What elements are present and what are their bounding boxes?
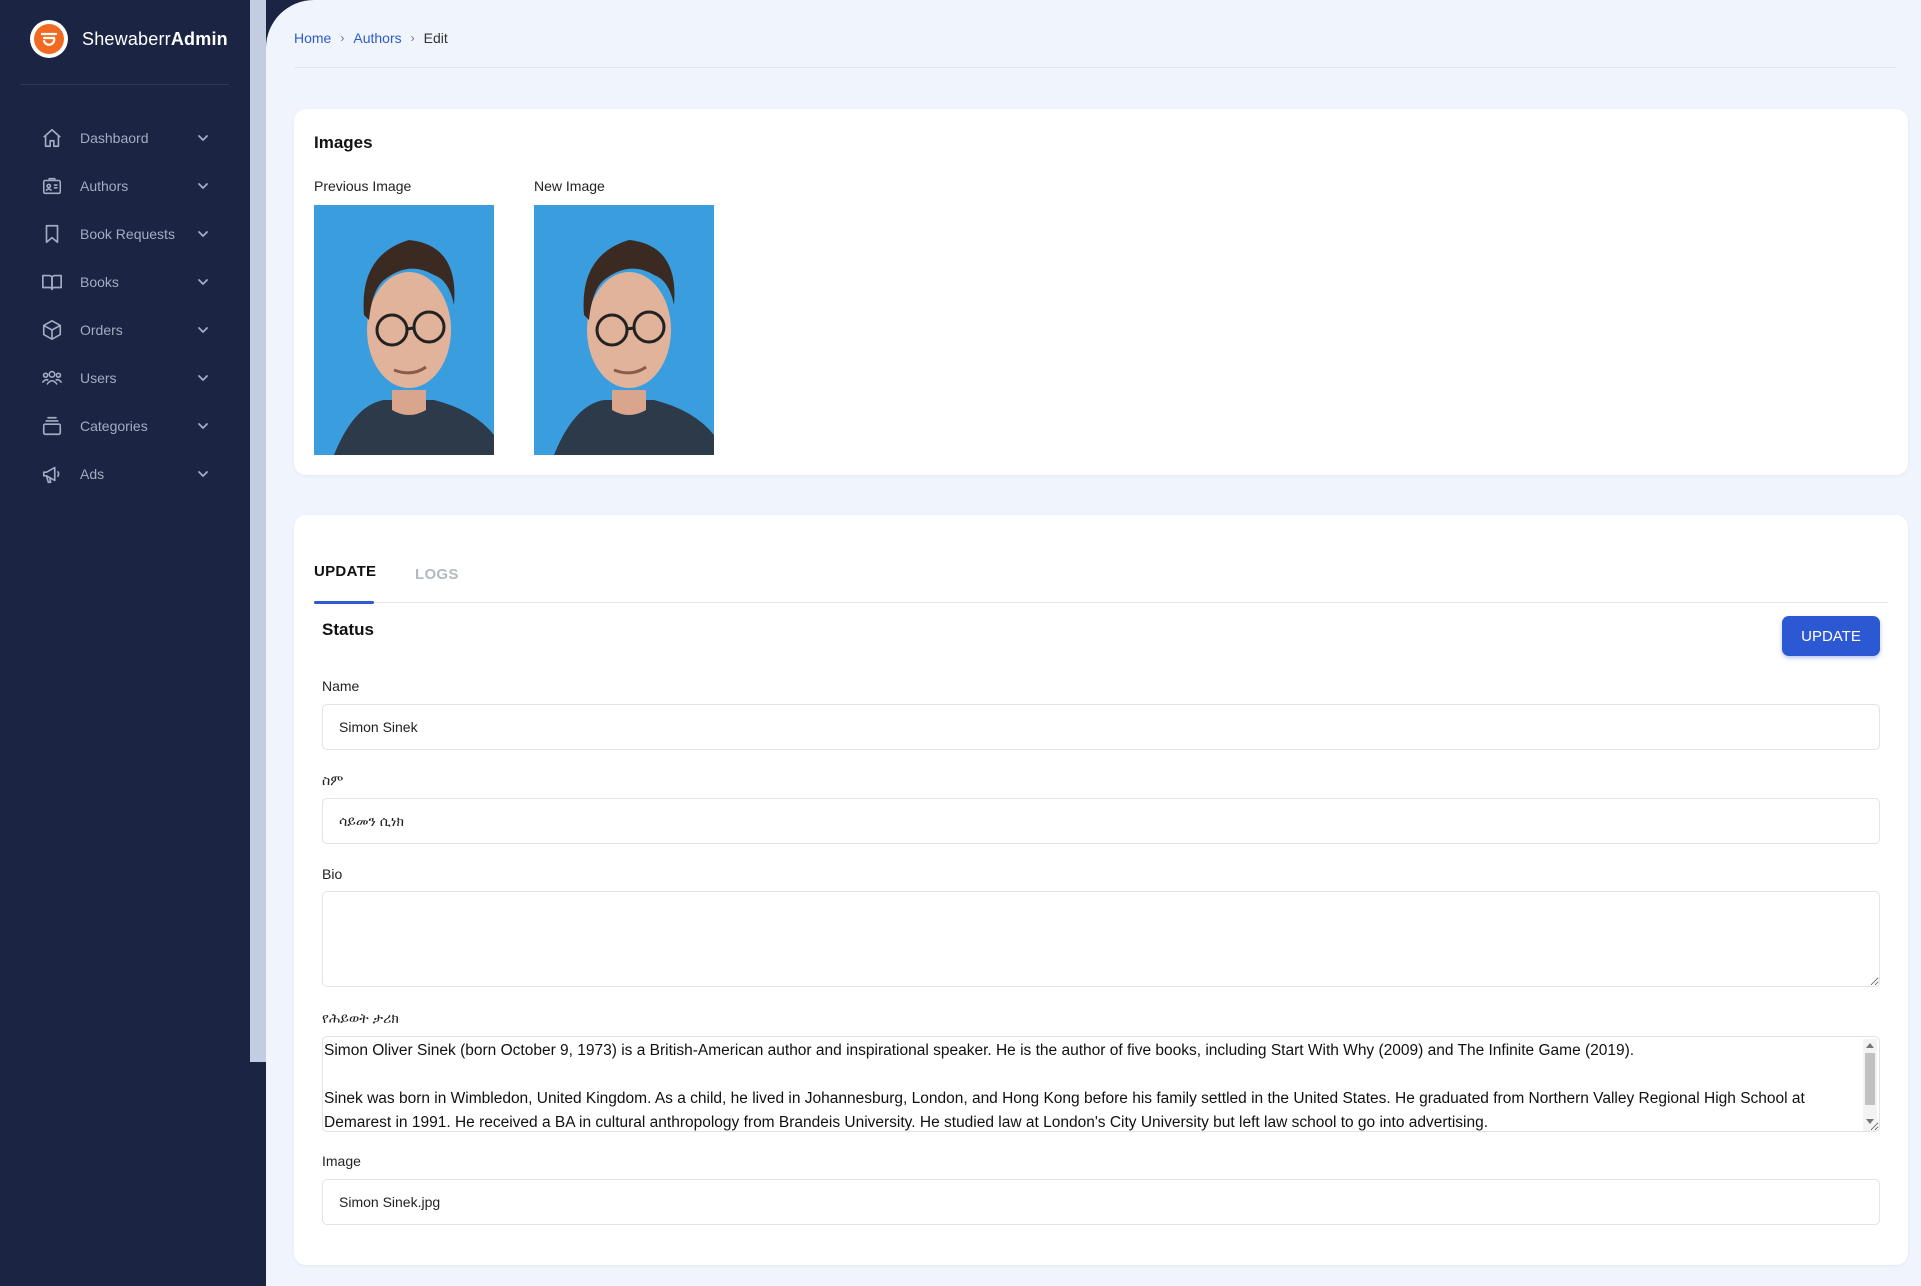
chevron-right-icon: › — [410, 31, 415, 45]
form-tabs: UPDATE LOGS — [314, 551, 1888, 604]
sidebar-item-book-requests[interactable]: Book Requests — [40, 210, 210, 258]
chevron-right-icon: › — [340, 31, 345, 45]
chevron-down-icon — [196, 275, 210, 289]
brand-logo-icon — [30, 20, 68, 58]
tab-logs[interactable]: LOGS — [415, 566, 459, 583]
chevron-down-icon — [196, 227, 210, 241]
chevron-down-icon — [196, 179, 210, 193]
chevron-down-icon — [196, 131, 210, 145]
sidebar-item-books[interactable]: Books — [40, 258, 210, 306]
status-title: Status — [322, 620, 374, 639]
sidebar-item-dashboard[interactable]: Dashbaord — [40, 114, 210, 162]
images-card: Images Previous Image New Image — [294, 109, 1908, 475]
update-button[interactable]: UPDATE — [1782, 616, 1880, 656]
breadcrumb-home[interactable]: Home — [294, 30, 331, 46]
sidebar-item-label: Book Requests — [80, 226, 175, 242]
book-open-icon — [40, 270, 64, 294]
sidebar-item-label: Ads — [80, 466, 105, 482]
megaphone-icon — [40, 462, 64, 486]
bookmark-icon — [40, 222, 64, 246]
breadcrumb-authors[interactable]: Authors — [353, 30, 401, 46]
scroll-down-arrow-icon[interactable] — [1866, 1119, 1874, 1124]
sidebar-edge — [250, 0, 266, 1062]
bio-am-label: የሕይወት ታሪክ — [322, 1010, 399, 1026]
breadcrumb-current: Edit — [423, 30, 448, 46]
textarea-scrollbar[interactable] — [1863, 1039, 1877, 1131]
breadcrumb: Home › Authors › Edit — [294, 30, 448, 46]
name-label: Name — [322, 678, 360, 694]
active-tab-indicator — [314, 601, 374, 604]
brand-name: ShewaberrAdmin — [82, 28, 228, 49]
breadcrumb-divider — [294, 67, 1896, 68]
name-am-field[interactable]: ሳይመን ሲነክ — [322, 798, 1880, 844]
chevron-down-icon — [196, 467, 210, 481]
chevron-down-icon — [196, 371, 210, 385]
bio-textarea[interactable] — [322, 891, 1880, 987]
sidebar-divider — [20, 84, 229, 85]
author-form-card: UPDATE LOGS Status UPDATE Name Simon Sin… — [294, 515, 1908, 1265]
new-image — [534, 205, 714, 455]
images-card-title: Images — [314, 133, 373, 152]
main-content: Home › Authors › Edit Images Previous Im… — [266, 0, 1921, 1286]
id-card-icon — [40, 174, 64, 198]
sidebar-item-label: Books — [80, 274, 119, 290]
chevron-down-icon — [196, 419, 210, 433]
image-label: Image — [322, 1153, 361, 1169]
sidebar-item-label: Categories — [80, 418, 148, 434]
users-icon — [40, 366, 64, 390]
bio-label: Bio — [322, 866, 343, 882]
bio-am-text: Simon Oliver Sinek (born October 9, 1973… — [324, 1042, 1805, 1131]
chevron-down-icon — [196, 323, 210, 337]
sidebar-item-orders[interactable]: Orders — [40, 306, 210, 354]
home-icon — [40, 126, 64, 150]
cube-icon — [40, 318, 64, 342]
name-am-label: ስም — [322, 772, 344, 788]
sidebar-item-label: Authors — [80, 178, 129, 194]
bio-am-textarea[interactable]: Simon Oliver Sinek (born October 9, 1973… — [322, 1036, 1880, 1132]
sidebar-nav: Dashbaord Authors Book Requests Books Or… — [40, 114, 210, 498]
sidebar-item-ads[interactable]: Ads — [40, 450, 210, 498]
sidebar-item-label: Dashbaord — [80, 130, 149, 146]
image-field[interactable]: Simon Sinek.jpg — [322, 1179, 1880, 1225]
previous-image — [314, 205, 494, 455]
sidebar: ShewaberrAdmin Dashbaord Authors Book Re… — [0, 0, 266, 1286]
new-image-label: New Image — [534, 178, 605, 194]
previous-image-label: Previous Image — [314, 178, 412, 194]
archive-icon — [40, 414, 64, 438]
sidebar-item-authors[interactable]: Authors — [40, 162, 210, 210]
sidebar-item-categories[interactable]: Categories — [40, 402, 210, 450]
sidebar-item-label: Users — [80, 370, 117, 386]
sidebar-item-users[interactable]: Users — [40, 354, 210, 402]
tab-update[interactable]: UPDATE — [314, 563, 376, 580]
sidebar-item-label: Orders — [80, 322, 123, 338]
scroll-up-arrow-icon[interactable] — [1866, 1043, 1874, 1048]
brand[interactable]: ShewaberrAdmin — [30, 20, 228, 58]
name-field[interactable]: Simon Sinek — [322, 704, 1880, 750]
scroll-thumb[interactable] — [1865, 1053, 1875, 1105]
